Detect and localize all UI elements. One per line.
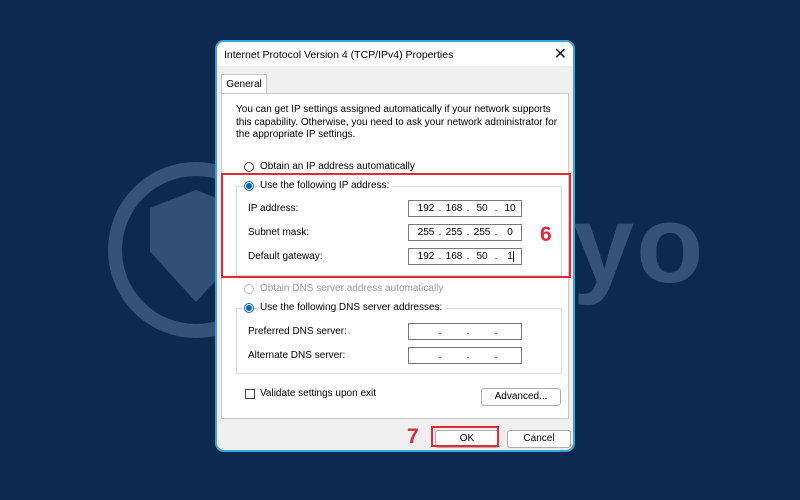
obtain-ip-auto-radio[interactable] <box>244 162 254 172</box>
step-6-label: 6 <box>540 223 552 246</box>
step-7-label: 7 <box>407 425 419 448</box>
octet-separator: . <box>466 326 470 337</box>
preferred-dns-input[interactable]: . . . <box>408 323 522 340</box>
close-icon[interactable]: ✕ <box>554 44 567 64</box>
octet-separator: . <box>494 350 498 361</box>
alternate-dns-label: Alternate DNS server: <box>248 350 346 361</box>
title-bar: Internet Protocol Version 4 (TCP/IPv4) P… <box>217 42 573 66</box>
octet-separator: . <box>466 350 470 361</box>
obtain-ip-auto-label: Obtain an IP address automatically <box>260 161 415 172</box>
dialog-title: Internet Protocol Version 4 (TCP/IPv4) P… <box>224 49 454 61</box>
ok-highlight-box <box>431 426 499 447</box>
cancel-button[interactable]: Cancel <box>507 430 571 448</box>
advanced-button[interactable]: Advanced... <box>481 388 561 406</box>
static-dns-group <box>236 308 562 374</box>
validate-settings-checkbox[interactable] <box>245 389 255 399</box>
use-static-dns-label: Use the following DNS server addresses: <box>260 302 446 313</box>
static-ip-highlight-box <box>221 173 571 278</box>
alternate-dns-input[interactable]: . . . <box>408 347 522 364</box>
validate-settings-label: Validate settings upon exit <box>260 388 377 399</box>
preferred-dns-label: Preferred DNS server: <box>248 326 347 337</box>
obtain-dns-auto-radio[interactable] <box>244 284 254 294</box>
octet-separator: . <box>438 326 442 337</box>
octet-separator: . <box>438 350 442 361</box>
octet-separator: . <box>494 326 498 337</box>
tab-general[interactable]: General <box>221 74 267 94</box>
use-static-dns-radio[interactable] <box>244 303 254 313</box>
obtain-dns-auto-label: Obtain DNS server address automatically <box>260 283 444 294</box>
description-text: You can get IP settings assigned automat… <box>236 104 558 140</box>
